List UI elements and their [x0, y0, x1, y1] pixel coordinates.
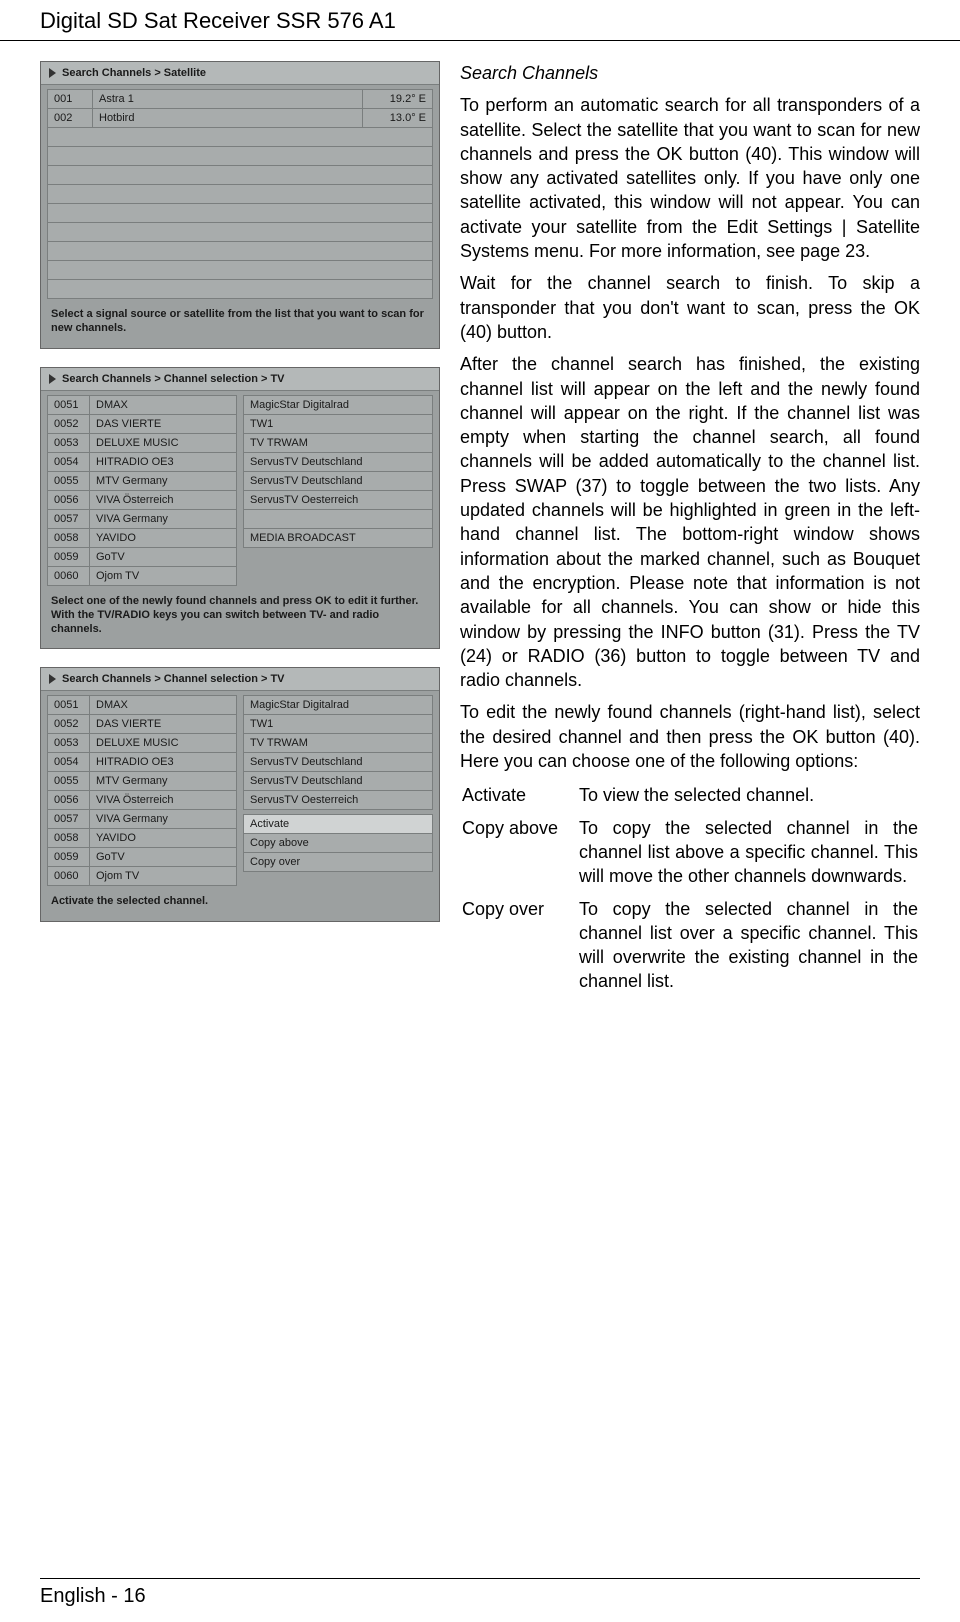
found-channels-table: MagicStar DigitalradTW1TV TRWAMServusTV …	[243, 395, 433, 548]
breadcrumb: Search Channels > Channel selection > TV	[41, 668, 439, 691]
section-title: Search Channels	[460, 61, 920, 85]
context-menu-item: Copy above	[244, 834, 432, 853]
figures-column: Search Channels > Satellite 001Astra 119…	[40, 61, 440, 1002]
text-column: Search Channels To perform an automatic …	[460, 61, 920, 1002]
figure-hint: Select one of the newly found channels a…	[51, 594, 429, 637]
figure-hint: Select a signal source or satellite from…	[51, 307, 429, 336]
existing-channels-table: 0051DMAX0052DAS VIERTE0053DELUXE MUSIC00…	[47, 695, 237, 886]
page-header: Digital SD Sat Receiver SSR 576 A1	[0, 0, 960, 41]
context-menu: ActivateCopy aboveCopy over	[243, 814, 433, 872]
option-desc: To view the selected channel.	[579, 783, 918, 813]
body-paragraph: Wait for the channel search to finish. T…	[460, 271, 920, 344]
option-desc: To copy the selected channel in the chan…	[579, 897, 918, 1000]
body-paragraph: To edit the newly found channels (right-…	[460, 700, 920, 773]
option-name: Copy over	[462, 897, 577, 1000]
body-paragraph: To perform an automatic search for all t…	[460, 93, 920, 263]
page-footer: English - 16	[40, 1578, 920, 1608]
figure-channel-selection: Search Channels > Channel selection > TV…	[40, 367, 440, 650]
context-menu-item: Copy over	[244, 853, 432, 871]
satellite-table: 001Astra 119.2° E002Hotbird13.0° E	[47, 89, 433, 299]
option-desc: To copy the selected channel in the chan…	[579, 816, 918, 895]
options-table: ActivateTo view the selected channel.Cop…	[460, 781, 920, 1001]
figure-satellite-list: Search Channels > Satellite 001Astra 119…	[40, 61, 440, 349]
existing-channels-table: 0051DMAX0052DAS VIERTE0053DELUXE MUSIC00…	[47, 395, 237, 586]
found-channels-table: MagicStar DigitalradTW1TV TRWAMServusTV …	[243, 695, 433, 810]
figure-hint: Activate the selected channel.	[51, 894, 429, 908]
option-name: Activate	[462, 783, 577, 813]
breadcrumb: Search Channels > Channel selection > TV	[41, 368, 439, 391]
breadcrumb: Search Channels > Satellite	[41, 62, 439, 85]
figure-channel-edit: Search Channels > Channel selection > TV…	[40, 667, 440, 921]
option-name: Copy above	[462, 816, 577, 895]
context-menu-item: Activate	[244, 815, 432, 834]
body-paragraph: After the channel search has finished, t…	[460, 352, 920, 692]
